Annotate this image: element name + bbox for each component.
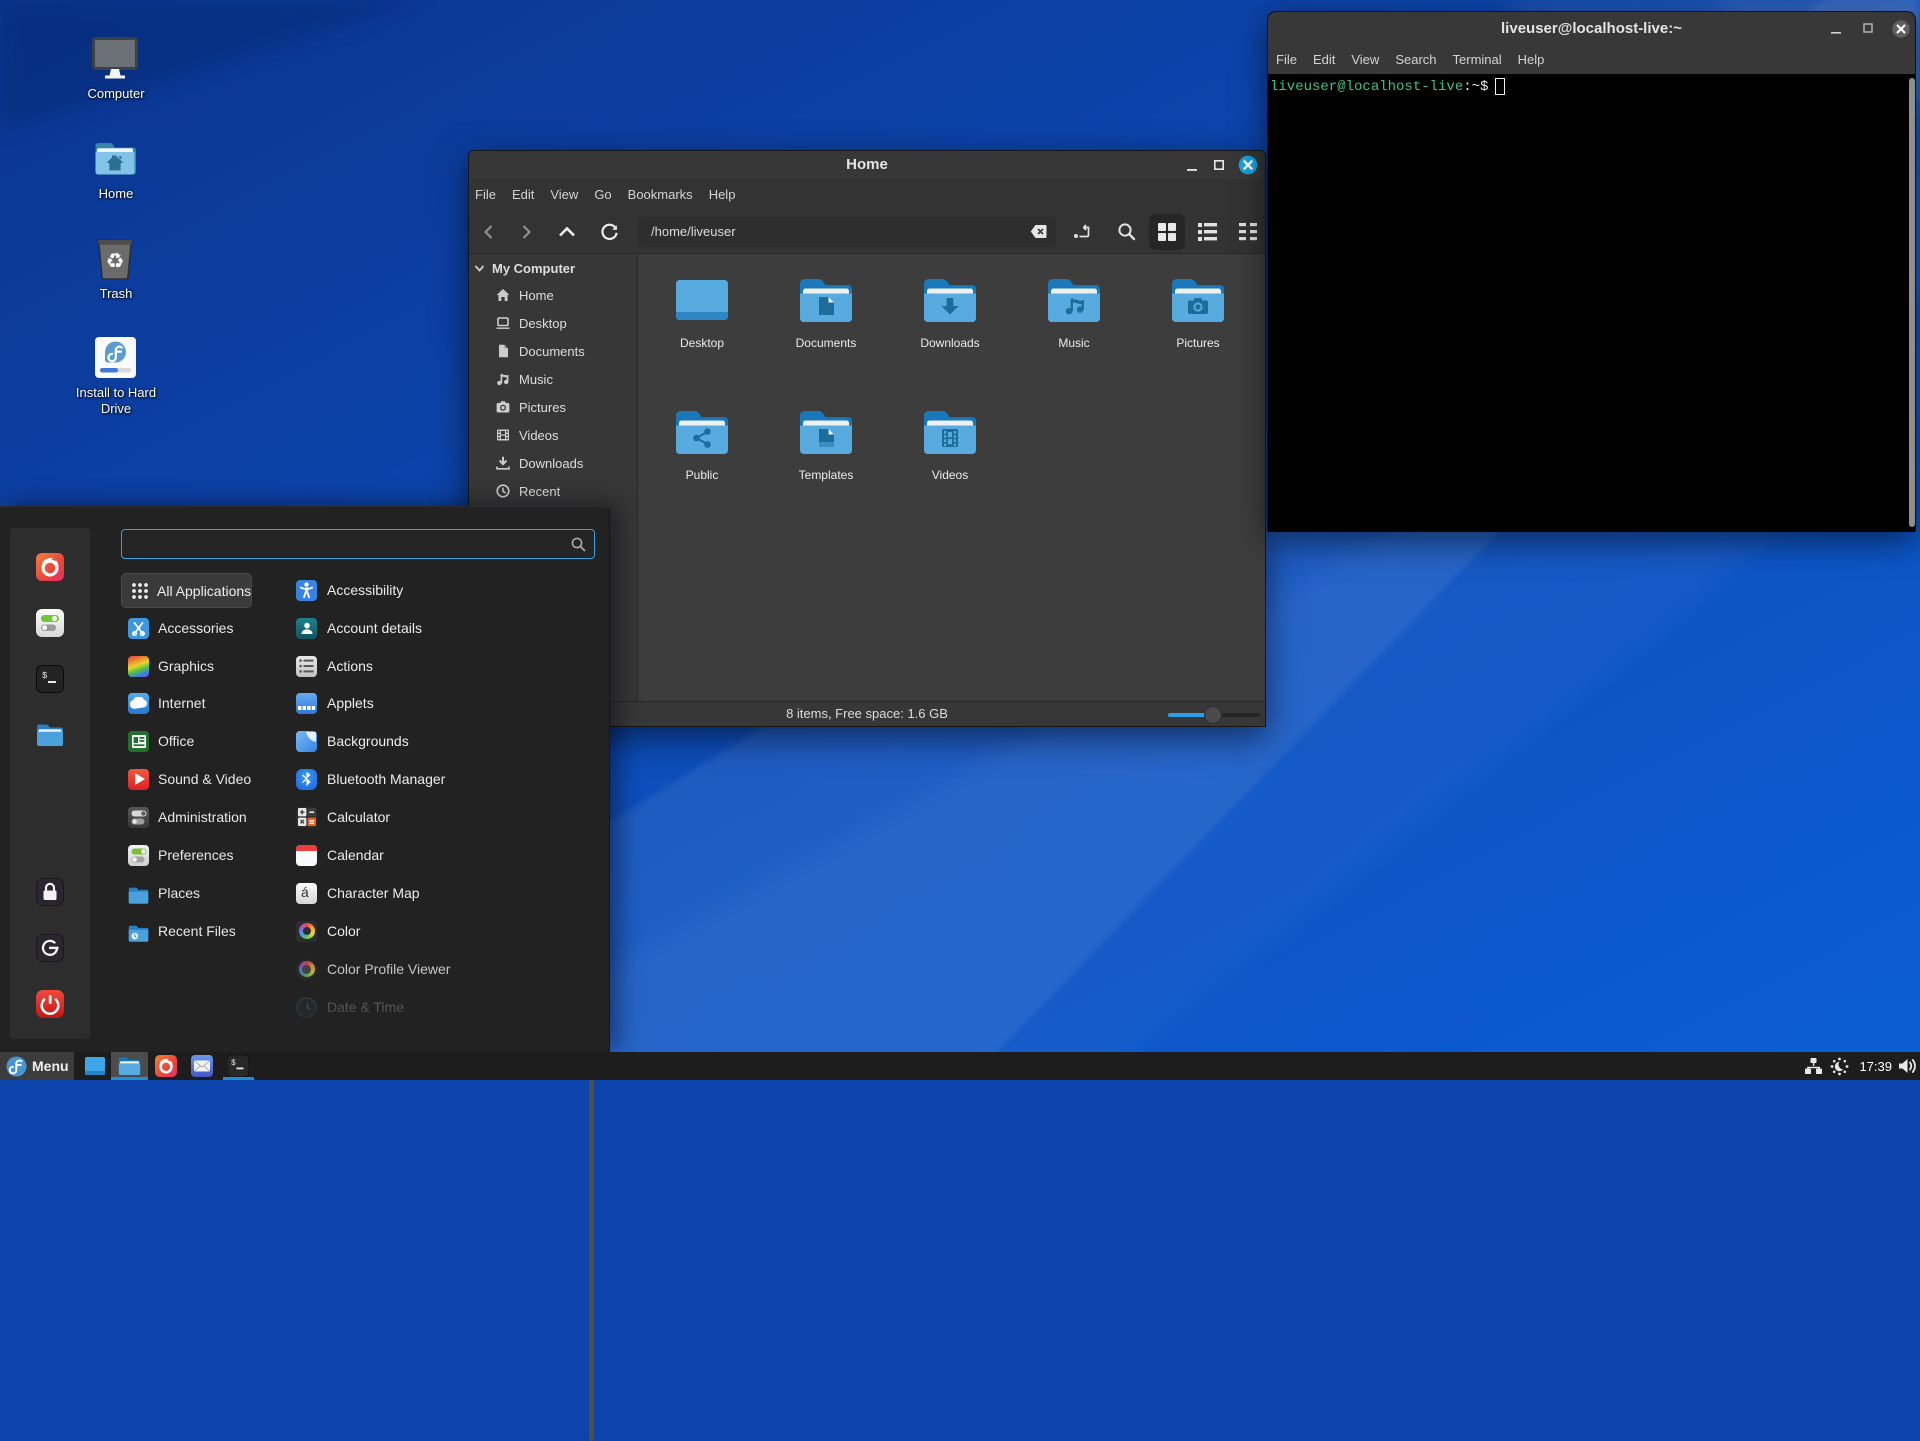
svg-text:♻: ♻ — [106, 250, 125, 273]
svg-text:$: $ — [231, 1059, 236, 1068]
svg-text:$: $ — [42, 671, 48, 681]
